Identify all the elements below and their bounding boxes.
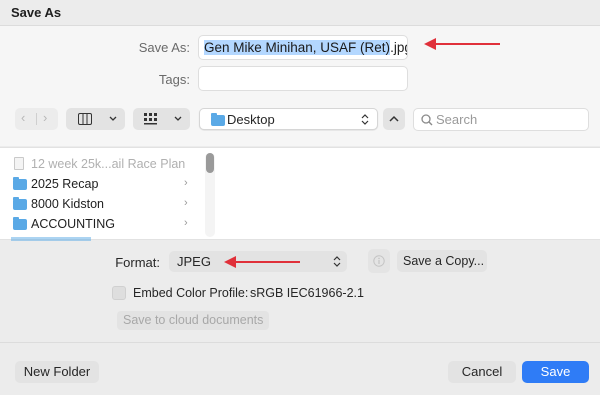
back-forward-control: ‹ › xyxy=(15,108,58,130)
folder-icon xyxy=(13,217,27,230)
nav-divider xyxy=(36,113,37,125)
search-field[interactable]: Search xyxy=(413,108,589,131)
format-value: JPEG xyxy=(177,254,211,269)
embed-color-label: Embed Color Profile: xyxy=(133,286,249,300)
chevron-down-icon xyxy=(109,116,117,121)
file-name: 8000 Kidston xyxy=(31,197,104,211)
chevron-right-icon: › xyxy=(184,177,188,189)
grid-view-icon xyxy=(144,113,157,125)
search-placeholder: Search xyxy=(436,112,478,127)
title-bar xyxy=(0,0,600,26)
file-name: 2025 Recap xyxy=(31,177,99,191)
forward-arrow-icon[interactable]: › xyxy=(43,110,47,125)
group-by-button[interactable] xyxy=(133,108,190,130)
cloud-documents-button[interactable]: Save to cloud documents xyxy=(117,311,269,330)
save-copy-label: Save a Copy... xyxy=(403,254,485,268)
chevron-up-icon xyxy=(389,115,399,122)
cancel-button[interactable]: Cancel xyxy=(448,361,516,383)
document-icon xyxy=(14,157,24,170)
file-name: 12 week 25k...ail Race Plan xyxy=(31,157,186,171)
annotation-arrow-line xyxy=(434,43,500,45)
annotation-arrow-line xyxy=(234,261,300,263)
list-item: 12 week 25k...ail Race Plan xyxy=(13,155,193,175)
dialog-title: Save As xyxy=(11,5,62,20)
scrollbar-thumb[interactable] xyxy=(206,153,214,173)
chevron-right-icon: › xyxy=(184,197,188,209)
cloud-documents-label: Save to cloud documents xyxy=(123,313,264,327)
list-item[interactable]: ACCOUNTING › xyxy=(13,215,193,235)
save-as-label: Save As: xyxy=(138,40,190,55)
tags-label: Tags: xyxy=(158,72,190,87)
list-item[interactable]: 2025 Recap › xyxy=(13,175,193,195)
updown-chevron-icon xyxy=(361,114,369,125)
save-button[interactable]: Save xyxy=(522,361,589,383)
scrollbar-track[interactable] xyxy=(205,153,215,237)
info-button[interactable] xyxy=(368,249,390,273)
folder-icon xyxy=(13,197,27,210)
collapse-button[interactable] xyxy=(383,108,405,130)
filename-field[interactable]: Gen Mike Minihan, USAF (Ret).jpg xyxy=(198,35,408,60)
location-value: Desktop xyxy=(227,112,275,127)
list-item[interactable]: 8000 Kidston › xyxy=(13,195,193,215)
folder-icon xyxy=(211,113,225,126)
new-folder-button[interactable]: New Folder xyxy=(15,361,99,383)
save-copy-button[interactable]: Save a Copy... xyxy=(397,250,487,272)
chevron-down-icon xyxy=(174,116,182,121)
checkbox-icon[interactable] xyxy=(112,286,126,300)
back-arrow-icon[interactable]: ‹ xyxy=(21,110,25,125)
updown-chevron-icon xyxy=(333,256,341,267)
search-icon xyxy=(421,114,433,126)
column-view-icon xyxy=(78,113,92,125)
location-popup[interactable]: Desktop xyxy=(199,108,378,130)
tags-field[interactable] xyxy=(198,66,408,91)
embed-color-value: sRGB IEC61966-2.1 xyxy=(250,286,364,300)
cancel-label: Cancel xyxy=(461,364,503,379)
file-browser: 12 week 25k...ail Race Plan 2025 Recap ›… xyxy=(0,147,600,241)
folder-icon xyxy=(13,177,27,190)
filename-selected-text: Gen Mike Minihan, USAF (Ret) xyxy=(204,40,391,55)
chevron-right-icon: › xyxy=(184,217,188,229)
file-name: ACCOUNTING xyxy=(31,217,116,231)
new-folder-label: New Folder xyxy=(23,364,91,379)
save-label: Save xyxy=(540,364,571,379)
view-mode-button[interactable] xyxy=(66,108,125,130)
info-icon xyxy=(373,255,385,267)
filename-extension: .jpg xyxy=(390,40,407,55)
format-label: Format: xyxy=(115,255,160,270)
